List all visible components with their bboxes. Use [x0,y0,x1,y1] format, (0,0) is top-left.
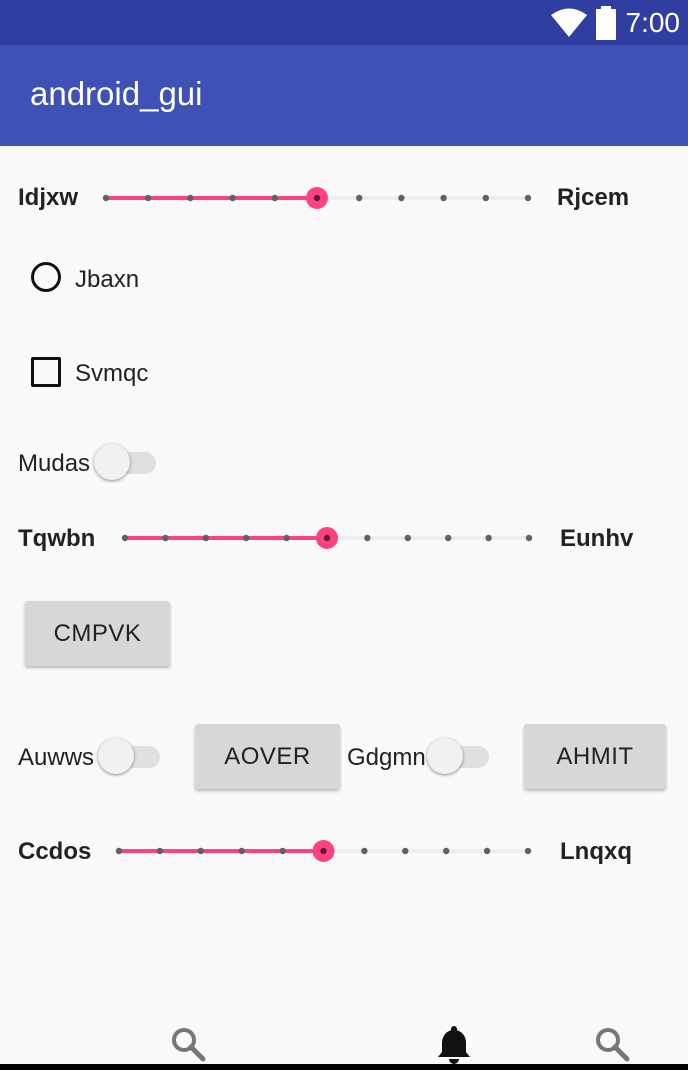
switch-a-label: Auwws [18,744,95,771]
slider-tick [482,194,489,202]
slider-tick [115,847,123,855]
switch1-label: Mudas [18,450,91,477]
bell-icon [438,1026,470,1064]
slider-thumb-tick [320,847,327,855]
bottom-nav-notifications[interactable] [437,1024,471,1069]
switch-b-label: Gdgmn [347,744,426,771]
bottom-nav-search-right[interactable] [594,1026,630,1067]
slider2-left-label: Tqwbn [18,525,96,552]
slider-tick [398,194,405,202]
switch-b-toggle[interactable] [427,736,493,776]
switch1-toggle[interactable] [94,442,160,482]
switch-a-thumb [98,738,134,774]
slider-tick [525,534,533,542]
slider-tick [364,534,371,542]
slider-tick [402,847,409,855]
wifi-icon [550,8,587,37]
slider1[interactable] [96,183,538,213]
slider-thumb-tick [323,534,331,542]
slider-tick [229,194,236,202]
slider-tick [483,847,491,855]
slider1-right-label: Rjcem [557,184,630,211]
slider-graphic [102,187,532,209]
battery-icon [595,6,616,40]
cmpvk-button[interactable]: CMPVK [25,601,170,666]
ahmit-button[interactable]: AHMIT [524,724,666,789]
switch-b-thumb [427,738,463,774]
slider-tick [356,194,363,202]
status-time: 7:00 [625,7,681,38]
status-icons: 7:00 [550,6,681,40]
system-nav-edge [0,1064,688,1070]
slider-tick [440,194,447,202]
slider-tick [197,847,204,855]
radio-button[interactable] [31,262,61,292]
slider3[interactable] [109,836,538,866]
slider-tick [121,534,129,542]
slider-graphic [121,527,533,549]
slider1-left-label: Idjxw [18,184,79,211]
checkbox[interactable] [31,357,61,387]
slider-tick [445,534,452,542]
slider-tick [485,534,492,542]
search-icon [172,1028,206,1062]
status-bar: 7:00 [0,0,688,45]
slider-tick [524,847,532,855]
slider-tick [238,847,245,855]
slider-tick [361,847,368,855]
slider3-left-label: Ccdos [18,838,92,865]
slider-tick [283,534,290,542]
slider-tick [404,534,411,542]
slider-tick [162,534,169,542]
switch-a-toggle[interactable] [98,736,164,776]
slider-graphic [115,840,532,862]
slider-tick [524,194,532,202]
checkbox-label: Svmqc [75,360,149,387]
slider2-right-label: Eunhv [560,525,634,552]
slider-tick [202,534,209,542]
slider3-right-label: Lnqxq [560,838,632,865]
search-icon [596,1028,630,1062]
app-bar: android_gui [0,45,688,146]
slider-tick [271,194,278,202]
slider-tick [156,847,164,855]
slider2[interactable] [115,523,539,553]
slider-tick [243,534,250,542]
bottom-nav-search-left[interactable] [170,1026,206,1067]
app-title: android_gui [30,75,203,112]
slider-tick [187,194,194,202]
switch1-thumb [94,444,130,480]
slider-tick [443,847,450,855]
slider-tick [279,847,286,855]
radio-label: Jbaxn [75,266,140,293]
aover-button[interactable]: AOVER [195,724,340,789]
slider-thumb-tick [313,194,321,202]
slider-tick [145,194,152,202]
slider-tick [102,194,110,202]
